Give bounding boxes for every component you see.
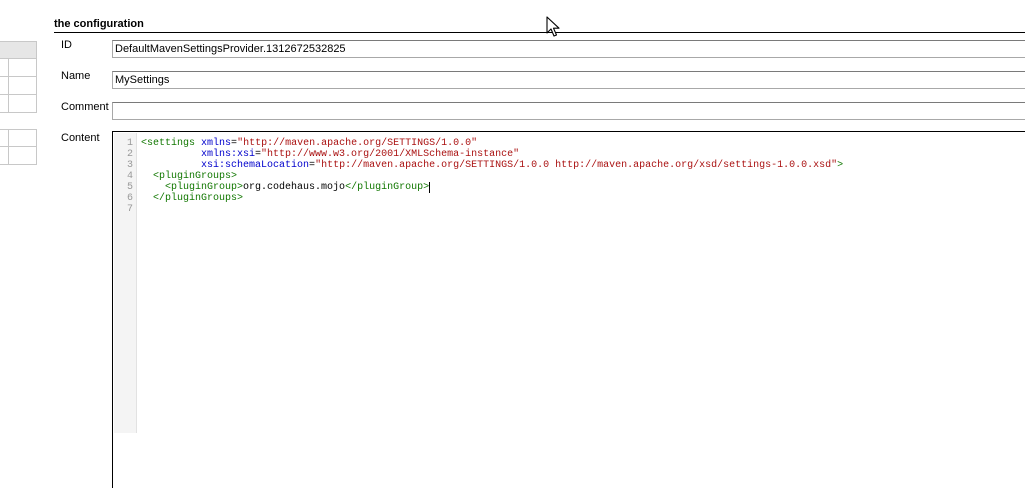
left-table-header	[0, 41, 37, 59]
code-line[interactable]: xmlns:xsi="http://www.w3.org/2001/XMLSch…	[141, 149, 843, 160]
code-token: <pluginGroup>	[165, 182, 244, 193]
id-field[interactable]	[112, 40, 1025, 58]
content-code-editor[interactable]: 1234567 <settings xmlns="http://maven.ap…	[112, 131, 1025, 488]
line-number: 7	[126, 204, 133, 215]
code-token: <settings	[141, 138, 196, 149]
code-token: "http://maven.apache.org/SETTINGS/1.0.0 …	[315, 160, 838, 171]
code-token: <pluginGroups>	[153, 171, 238, 182]
code-token: </pluginGroup>	[345, 182, 430, 193]
line-number: 3	[126, 160, 133, 171]
code-token: "http://www.w3.org/2001/XMLSchema-instan…	[261, 149, 520, 160]
section-divider	[54, 32, 1025, 33]
code-line[interactable]: <settings xmlns="http://maven.apache.org…	[141, 138, 843, 149]
line-numbers: 1234567	[115, 138, 133, 215]
line-number: 1	[126, 138, 133, 149]
code-line[interactable]	[141, 204, 843, 215]
left-table-row[interactable]	[0, 147, 37, 165]
code-token: >	[837, 160, 844, 171]
code-line[interactable]: </pluginGroups>	[141, 193, 843, 204]
name-field[interactable]	[112, 71, 1025, 89]
code-line[interactable]: <pluginGroup>org.codehaus.mojo</pluginGr…	[141, 182, 843, 193]
left-table-row[interactable]	[0, 77, 37, 95]
comment-label: Comment	[61, 101, 109, 113]
code-line[interactable]: xsi:schemaLocation="http://maven.apache.…	[141, 160, 843, 171]
id-label: ID	[61, 39, 72, 51]
line-number: 6	[126, 193, 133, 204]
line-number: 5	[126, 182, 133, 193]
line-number: 4	[126, 171, 133, 182]
code-token: xmlns	[201, 138, 232, 149]
code-line[interactable]: <pluginGroups>	[141, 171, 843, 182]
left-table-row[interactable]	[0, 129, 37, 147]
code-token: </pluginGroups>	[153, 193, 244, 204]
left-table-row[interactable]	[0, 95, 37, 113]
section-title: the configuration	[54, 18, 144, 30]
code-token: org.codehaus.mojo	[243, 182, 346, 193]
code-token: xmlns:xsi	[201, 149, 256, 160]
code-area[interactable]: <settings xmlns="http://maven.apache.org…	[141, 138, 843, 215]
code-token: "http://maven.apache.org/SETTINGS/1.0.0"	[237, 138, 478, 149]
text-caret	[429, 182, 431, 193]
left-table-row[interactable]	[0, 59, 37, 77]
code-token: xsi:schemaLocation	[201, 160, 310, 171]
content-label: Content	[61, 132, 100, 144]
left-table-fragment	[0, 41, 37, 165]
line-number: 2	[126, 149, 133, 160]
mouse-pointer-icon	[546, 16, 560, 37]
name-label: Name	[61, 70, 91, 82]
comment-field[interactable]	[112, 102, 1025, 120]
